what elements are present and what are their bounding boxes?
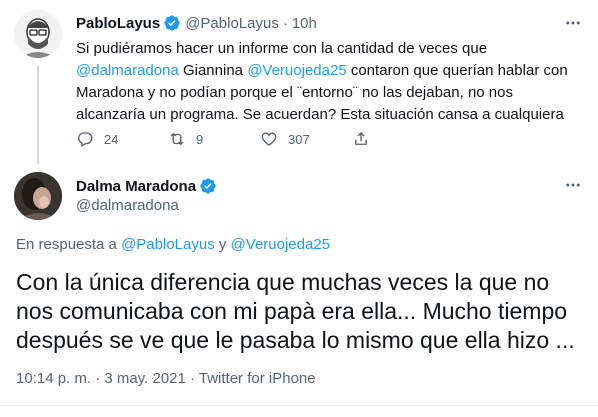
- like-button[interactable]: 307: [260, 128, 352, 150]
- reply-and: y: [214, 236, 231, 253]
- main-display-name[interactable]: Dalma Maradona: [76, 178, 196, 195]
- in-reply-to: En respuesta a @PabloLayus y @Veruojeda2…: [16, 236, 330, 253]
- reply-icon: [78, 132, 93, 147]
- parent-time[interactable]: 10h: [292, 15, 317, 32]
- reply-mention-veruojeda25[interactable]: @Veruojeda25: [231, 236, 330, 253]
- main-handle[interactable]: @dalmaradona: [76, 197, 179, 214]
- verified-badge-icon: [199, 177, 217, 195]
- mention-link-veruojeda25[interactable]: @Veruojeda25: [247, 62, 346, 79]
- header-dot: ·: [282, 14, 288, 32]
- main-avatar[interactable]: [14, 172, 62, 220]
- tweet-timestamp[interactable]: 10:14 p. m. · 3 may. 2021 · Twitter for …: [16, 370, 316, 387]
- reply-prefix: En respuesta a: [16, 236, 122, 253]
- share-button[interactable]: [352, 128, 444, 150]
- share-icon: [355, 132, 367, 145]
- reply-mention-pablolayus[interactable]: @PabloLayus: [121, 236, 215, 253]
- like-count: 307: [288, 131, 310, 147]
- parent-action-bar: 24 9 307: [76, 128, 536, 150]
- more-options-icon[interactable]: [562, 174, 584, 196]
- verified-badge-icon: [163, 14, 181, 32]
- main-author-row: Dalma Maradona: [76, 177, 221, 195]
- main-tweet-text: Con la única diferencia que muchas veces…: [16, 269, 575, 353]
- retweet-icon: [170, 132, 184, 146]
- heart-icon: [261, 132, 277, 146]
- parent-tweet-text: Si pudiéramos hacer un informe con la ca…: [76, 38, 576, 126]
- divider: [0, 405, 598, 406]
- more-options-icon[interactable]: [562, 12, 584, 34]
- parent-display-name[interactable]: PabloLayus: [76, 15, 160, 32]
- parent-text-part: Giannina: [178, 62, 248, 79]
- parent-header: PabloLayus @PabloLayus · 10h: [76, 13, 317, 33]
- parent-handle[interactable]: @PabloLayus: [185, 15, 279, 32]
- parent-avatar[interactable]: [14, 10, 62, 58]
- retweet-count: 9: [196, 131, 204, 147]
- parent-tweet[interactable]: PabloLayus @PabloLayus · 10h Si pudiéram…: [0, 0, 598, 164]
- retweet-button[interactable]: 9: [168, 128, 260, 150]
- reply-button[interactable]: 24: [76, 128, 168, 150]
- reply-count: 24: [104, 131, 119, 147]
- thread-connector-line: [37, 66, 39, 164]
- mention-link-dalmaradona[interactable]: @dalmaradona: [76, 62, 179, 79]
- parent-text-part: Si pudiéramos hacer un informe con la ca…: [76, 40, 488, 57]
